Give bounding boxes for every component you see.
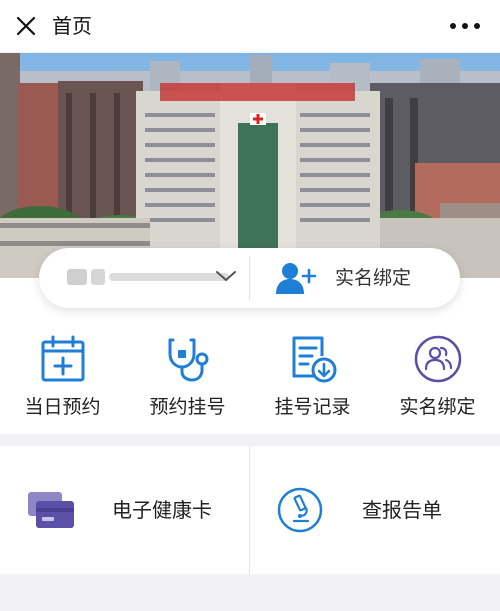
patient-name-redacted [109, 273, 229, 281]
hospital-banner-image [0, 53, 500, 278]
microscope-icon [277, 487, 323, 533]
user-group-icon [414, 335, 461, 383]
top-bar: 首页 [0, 0, 500, 52]
quick-action-same-day-booking[interactable]: 当日预约 [0, 334, 125, 424]
quick-action-booking-records[interactable]: 挂号记录 [250, 334, 375, 424]
quick-action-appointment[interactable]: 预约挂号 [125, 334, 250, 424]
quick-action-label: 当日预约 [24, 396, 101, 418]
calendar-plus-icon [41, 335, 84, 382]
health-card-tile[interactable]: 电子健康卡 [0, 446, 249, 574]
close-icon[interactable] [14, 14, 38, 38]
service-cards: 电子健康卡 查报告单 [0, 446, 500, 574]
patient-name-redacted [91, 269, 105, 285]
account-selector-bar: 实名绑定 [39, 248, 460, 308]
user-plus-icon[interactable] [275, 261, 317, 295]
health-card-icon [28, 492, 74, 528]
report-tile[interactable]: 查报告单 [250, 446, 500, 574]
divider [249, 256, 250, 300]
record-download-icon [292, 336, 336, 383]
quick-action-label: 预约挂号 [149, 396, 226, 418]
more-icon[interactable] [448, 20, 482, 32]
card-label: 查报告单 [362, 498, 442, 522]
card-label: 电子健康卡 [112, 498, 212, 522]
quick-action-real-name-bind[interactable]: 实名绑定 [375, 334, 500, 424]
quick-action-label: 实名绑定 [399, 396, 476, 418]
page-title: 首页 [52, 14, 92, 38]
chevron-down-icon[interactable] [215, 269, 237, 283]
patient-name-redacted [67, 269, 87, 285]
real-name-bind-link[interactable]: 实名绑定 [335, 265, 411, 291]
stethoscope-icon [168, 338, 208, 382]
quick-action-label: 挂号记录 [274, 396, 351, 418]
